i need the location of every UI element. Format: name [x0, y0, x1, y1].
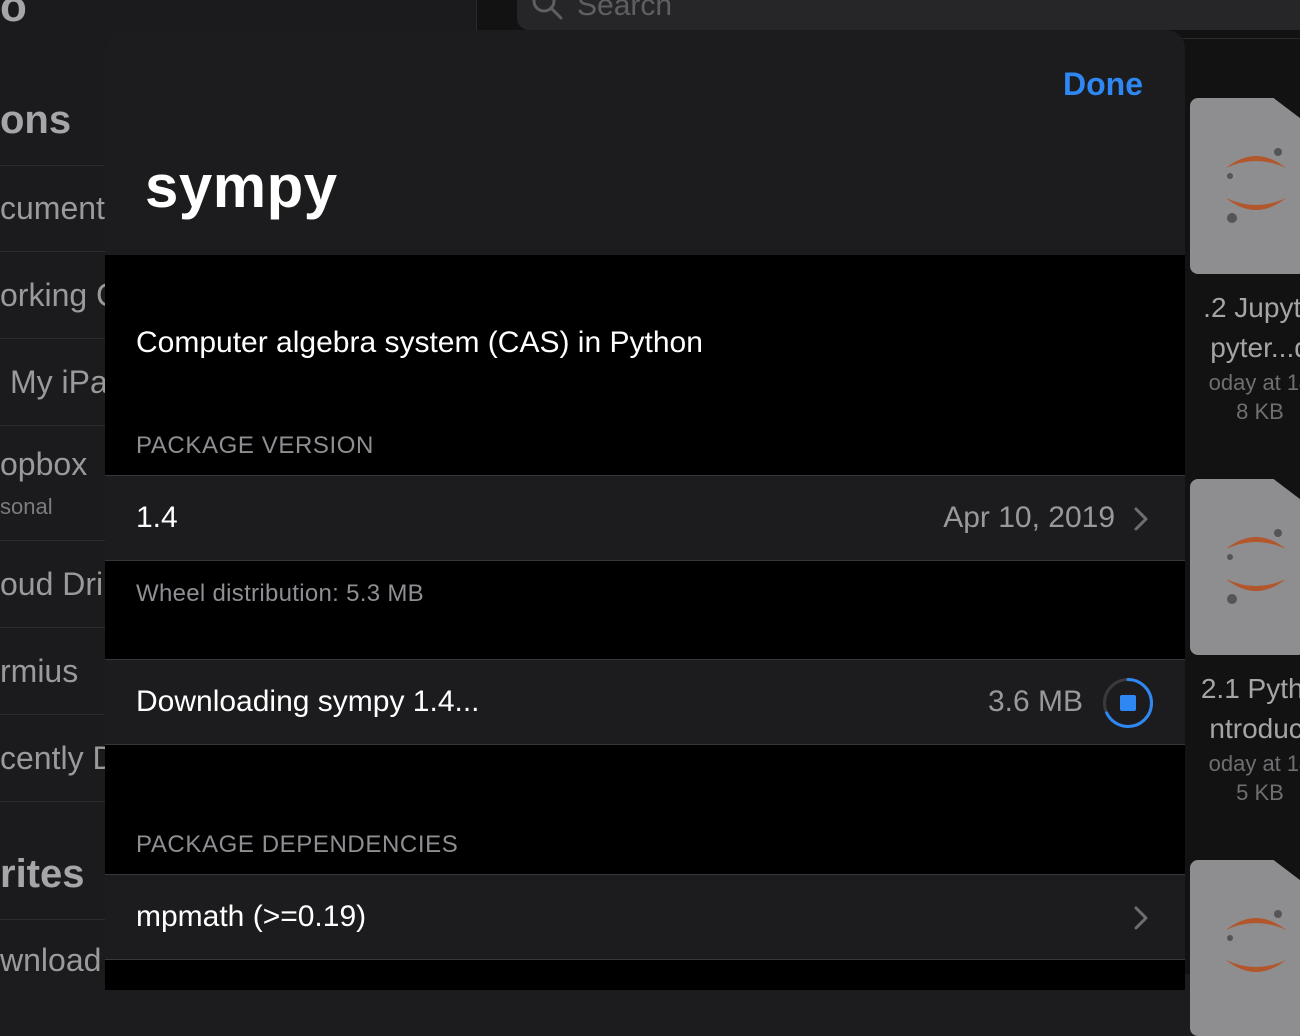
- version-section-header: PACKAGE VERSION: [136, 432, 374, 459]
- file-thumbnail[interactable]: [1190, 860, 1300, 1036]
- divider: [0, 714, 105, 715]
- sidebar-section-header: ons: [0, 98, 72, 142]
- search-bar[interactable]: Search: [517, 0, 1300, 30]
- file-name-line2: pyter...d: [1210, 332, 1300, 363]
- sidebar-item-icloud-drive[interactable]: oud Dri: [0, 566, 103, 603]
- file-date: oday at 14: [1208, 751, 1300, 776]
- search-icon: [517, 0, 577, 21]
- sheet-header: Done sympy: [105, 30, 1185, 255]
- sidebar-item-recently-deleted[interactable]: cently D: [0, 740, 116, 777]
- stop-download-icon[interactable]: [1101, 676, 1155, 730]
- divider: [0, 165, 105, 166]
- download-size: 3.6 MB: [987, 685, 1083, 718]
- sidebar-favorites-header: rites: [0, 852, 85, 896]
- file-info: .2 Jupyte pyter...d oday at 14 8 KB: [1180, 288, 1300, 426]
- version-row[interactable]: 1.4 Apr 10, 2019: [105, 475, 1185, 561]
- divider: [0, 338, 105, 339]
- search-placeholder: Search: [577, 0, 673, 22]
- chevron-right-icon: [1133, 905, 1149, 936]
- file-name: .2 Jupyte: [1203, 292, 1300, 323]
- file-info: 2.1 Pytho ntroduct oday at 14 5 KB: [1180, 669, 1300, 807]
- package-title: sympy: [145, 153, 338, 220]
- divider: [0, 425, 105, 426]
- sidebar-item-documents[interactable]: cument: [0, 190, 105, 227]
- jupyter-file-icon: [1190, 479, 1300, 655]
- file-thumbnail[interactable]: [1190, 479, 1300, 655]
- sidebar-item-dropbox-sublabel: sonal: [0, 494, 53, 519]
- version-number: 1.4: [136, 501, 178, 534]
- file-date: oday at 14: [1208, 370, 1300, 395]
- package-detail-sheet: Done sympy Computer algebra system (CAS)…: [105, 30, 1185, 990]
- divider: [0, 919, 105, 920]
- download-row[interactable]: Downloading sympy 1.4... 3.6 MB: [105, 659, 1185, 745]
- jupyter-file-icon: [1190, 98, 1300, 274]
- dependencies-section-header: PACKAGE DEPENDENCIES: [136, 831, 459, 858]
- done-button[interactable]: Done: [1063, 66, 1143, 103]
- sidebar-item-dropbox[interactable]: opbox: [0, 446, 87, 483]
- sidebar-title-fragment: o: [0, 0, 27, 31]
- download-status: Downloading sympy 1.4...: [136, 685, 480, 718]
- sidebar-item-my-ipad[interactable]: My iPa: [10, 364, 108, 401]
- file-size: 8 KB: [1236, 399, 1284, 424]
- chevron-right-icon: [1133, 506, 1149, 537]
- file-size: 5 KB: [1236, 780, 1284, 805]
- file-name: 2.1 Pytho: [1200, 673, 1300, 704]
- divider: [0, 251, 105, 252]
- divider: [0, 540, 105, 541]
- package-description: Computer algebra system (CAS) in Python: [136, 326, 703, 359]
- file-name-line2: ntroduct: [1209, 713, 1300, 744]
- version-date: Apr 10, 2019: [943, 501, 1115, 534]
- sidebar-item-termius[interactable]: rmius: [0, 653, 78, 690]
- wheel-distribution-note: Wheel distribution: 5.3 MB: [136, 580, 424, 607]
- sidebar-item-working-copy[interactable]: orking C: [0, 277, 119, 314]
- file-thumbnail[interactable]: [1190, 98, 1300, 274]
- divider: [0, 801, 105, 802]
- dependency-label: mpmath (>=0.19): [136, 900, 367, 933]
- dependency-row[interactable]: mpmath (>=0.19): [105, 874, 1185, 960]
- jupyter-file-icon: [1190, 860, 1300, 1036]
- sidebar-item-downloads[interactable]: wnload: [0, 942, 101, 979]
- divider: [0, 627, 105, 628]
